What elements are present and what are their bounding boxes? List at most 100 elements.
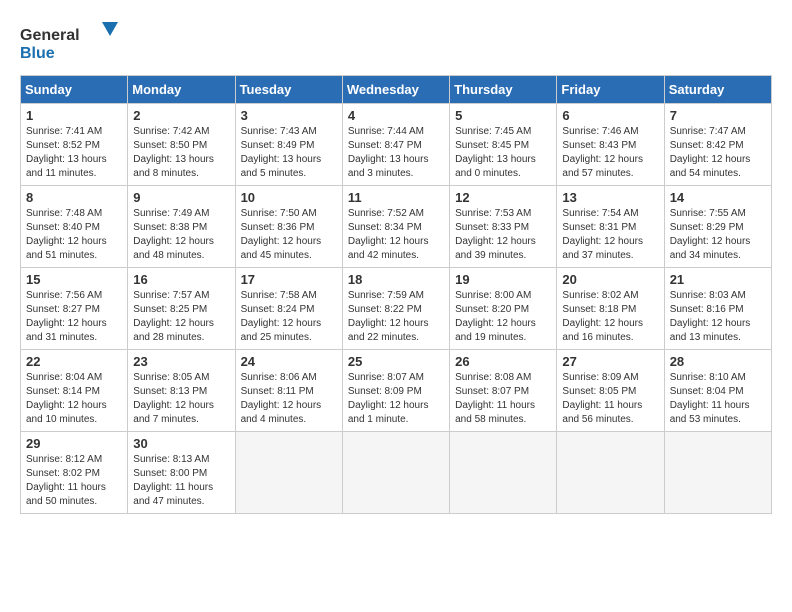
cell-info: Sunrise: 7:52 AMSunset: 8:34 PMDaylight:… — [348, 207, 444, 263]
col-header-wednesday: Wednesday — [342, 76, 449, 104]
cell-info: Sunrise: 8:13 AMSunset: 8:00 PMDaylight:… — [133, 453, 229, 509]
day-number: 7 — [670, 108, 766, 123]
calendar-cell — [557, 432, 664, 514]
calendar-cell: 30 Sunrise: 8:13 AMSunset: 8:00 PMDayligh… — [128, 432, 235, 514]
cell-info: Sunrise: 7:50 AMSunset: 8:36 PMDaylight:… — [241, 207, 337, 263]
day-number: 25 — [348, 354, 444, 369]
cell-info: Sunrise: 7:44 AMSunset: 8:47 PMDaylight:… — [348, 125, 444, 181]
calendar-cell: 17 Sunrise: 7:58 AMSunset: 8:24 PMDayligh… — [235, 268, 342, 350]
cell-info: Sunrise: 7:53 AMSunset: 8:33 PMDaylight:… — [455, 207, 551, 263]
svg-text:Blue: Blue — [20, 45, 55, 62]
calendar-cell — [450, 432, 557, 514]
day-number: 23 — [133, 354, 229, 369]
cell-info: Sunrise: 8:12 AMSunset: 8:02 PMDaylight:… — [26, 453, 122, 509]
week-row-3: 15Sunrise: 7:56 AMSunset: 8:27 PMDayligh… — [21, 268, 772, 350]
logo: General Blue — [20, 20, 120, 65]
cell-info: Sunrise: 7:46 AMSunset: 8:43 PMDaylight:… — [562, 125, 658, 181]
calendar-cell: 24 Sunrise: 8:06 AMSunset: 8:11 PMDayligh… — [235, 350, 342, 432]
cell-info: Sunrise: 8:04 AMSunset: 8:14 PMDaylight:… — [26, 371, 122, 427]
header-row: SundayMondayTuesdayWednesdayThursdayFrid… — [21, 76, 772, 104]
calendar-cell: 20 Sunrise: 8:02 AMSunset: 8:18 PMDayligh… — [557, 268, 664, 350]
day-number: 22 — [26, 354, 122, 369]
cell-info: Sunrise: 7:48 AMSunset: 8:40 PMDaylight:… — [26, 207, 122, 263]
cell-info: Sunrise: 7:54 AMSunset: 8:31 PMDaylight:… — [562, 207, 658, 263]
cell-info: Sunrise: 7:42 AMSunset: 8:50 PMDaylight:… — [133, 125, 229, 181]
week-row-4: 22 Sunrise: 8:04 AMSunset: 8:14 PMDayligh… — [21, 350, 772, 432]
calendar-cell: 22 Sunrise: 8:04 AMSunset: 8:14 PMDayligh… — [21, 350, 128, 432]
calendar-table: SundayMondayTuesdayWednesdayThursdayFrid… — [20, 75, 772, 514]
day-number: 14 — [670, 190, 766, 205]
day-number: 20 — [562, 272, 658, 287]
header: General Blue — [20, 20, 772, 65]
col-header-sunday: Sunday — [21, 76, 128, 104]
week-row-1: 1Sunrise: 7:41 AMSunset: 8:52 PMDaylight… — [21, 104, 772, 186]
cell-info: Sunrise: 7:49 AMSunset: 8:38 PMDaylight:… — [133, 207, 229, 263]
calendar-cell: 29 Sunrise: 8:12 AMSunset: 8:02 PMDayligh… — [21, 432, 128, 514]
col-header-friday: Friday — [557, 76, 664, 104]
day-number: 30 — [133, 436, 229, 451]
calendar-cell: 23 Sunrise: 8:05 AMSunset: 8:13 PMDayligh… — [128, 350, 235, 432]
calendar-cell: 3 Sunrise: 7:43 AMSunset: 8:49 PMDaylight… — [235, 104, 342, 186]
day-number: 3 — [241, 108, 337, 123]
day-number: 2 — [133, 108, 229, 123]
calendar-cell: 28Sunrise: 8:10 AMSunset: 8:04 PMDayligh… — [664, 350, 771, 432]
day-number: 12 — [455, 190, 551, 205]
cell-info: Sunrise: 8:05 AMSunset: 8:13 PMDaylight:… — [133, 371, 229, 427]
calendar-cell: 8 Sunrise: 7:48 AMSunset: 8:40 PMDaylight… — [21, 186, 128, 268]
calendar-cell — [235, 432, 342, 514]
logo-svg: General Blue — [20, 20, 120, 65]
day-number: 29 — [26, 436, 122, 451]
calendar-cell: 27Sunrise: 8:09 AMSunset: 8:05 PMDayligh… — [557, 350, 664, 432]
calendar-cell: 26Sunrise: 8:08 AMSunset: 8:07 PMDayligh… — [450, 350, 557, 432]
cell-info: Sunrise: 7:43 AMSunset: 8:49 PMDaylight:… — [241, 125, 337, 181]
calendar-cell: 21 Sunrise: 8:03 AMSunset: 8:16 PMDayligh… — [664, 268, 771, 350]
calendar-cell: 18Sunrise: 7:59 AMSunset: 8:22 PMDayligh… — [342, 268, 449, 350]
calendar-cell: 19 Sunrise: 8:00 AMSunset: 8:20 PMDayligh… — [450, 268, 557, 350]
cell-info: Sunrise: 8:07 AMSunset: 8:09 PMDaylight:… — [348, 371, 444, 427]
cell-info: Sunrise: 8:03 AMSunset: 8:16 PMDaylight:… — [670, 289, 766, 345]
day-number: 8 — [26, 190, 122, 205]
cell-info: Sunrise: 7:58 AMSunset: 8:24 PMDaylight:… — [241, 289, 337, 345]
calendar-cell: 5 Sunrise: 7:45 AMSunset: 8:45 PMDaylight… — [450, 104, 557, 186]
day-number: 16 — [133, 272, 229, 287]
calendar-cell: 12 Sunrise: 7:53 AMSunset: 8:33 PMDayligh… — [450, 186, 557, 268]
col-header-tuesday: Tuesday — [235, 76, 342, 104]
cell-info: Sunrise: 7:41 AMSunset: 8:52 PMDaylight:… — [26, 125, 122, 181]
calendar-cell: 7 Sunrise: 7:47 AMSunset: 8:42 PMDaylight… — [664, 104, 771, 186]
calendar-cell: 10Sunrise: 7:50 AMSunset: 8:36 PMDayligh… — [235, 186, 342, 268]
day-number: 21 — [670, 272, 766, 287]
calendar-cell: 15Sunrise: 7:56 AMSunset: 8:27 PMDayligh… — [21, 268, 128, 350]
col-header-saturday: Saturday — [664, 76, 771, 104]
day-number: 11 — [348, 190, 444, 205]
day-number: 6 — [562, 108, 658, 123]
calendar-cell: 9 Sunrise: 7:49 AMSunset: 8:38 PMDaylight… — [128, 186, 235, 268]
cell-info: Sunrise: 7:59 AMSunset: 8:22 PMDaylight:… — [348, 289, 444, 345]
day-number: 5 — [455, 108, 551, 123]
calendar-cell: 14 Sunrise: 7:55 AMSunset: 8:29 PMDayligh… — [664, 186, 771, 268]
week-row-2: 8 Sunrise: 7:48 AMSunset: 8:40 PMDaylight… — [21, 186, 772, 268]
col-header-monday: Monday — [128, 76, 235, 104]
cell-info: Sunrise: 8:00 AMSunset: 8:20 PMDaylight:… — [455, 289, 551, 345]
calendar-cell: 16Sunrise: 7:57 AMSunset: 8:25 PMDayligh… — [128, 268, 235, 350]
day-number: 9 — [133, 190, 229, 205]
day-number: 27 — [562, 354, 658, 369]
day-number: 19 — [455, 272, 551, 287]
day-number: 4 — [348, 108, 444, 123]
calendar-cell: 13Sunrise: 7:54 AMSunset: 8:31 PMDayligh… — [557, 186, 664, 268]
cell-info: Sunrise: 7:55 AMSunset: 8:29 PMDaylight:… — [670, 207, 766, 263]
calendar-cell: 4 Sunrise: 7:44 AMSunset: 8:47 PMDaylight… — [342, 104, 449, 186]
day-number: 28 — [670, 354, 766, 369]
calendar-cell: 25 Sunrise: 8:07 AMSunset: 8:09 PMDayligh… — [342, 350, 449, 432]
svg-text:General: General — [20, 27, 80, 44]
page-container: General Blue SundayMondayTuesdayWednesda… — [20, 20, 772, 514]
col-header-thursday: Thursday — [450, 76, 557, 104]
calendar-cell — [664, 432, 771, 514]
cell-info: Sunrise: 7:47 AMSunset: 8:42 PMDaylight:… — [670, 125, 766, 181]
cell-info: Sunrise: 7:45 AMSunset: 8:45 PMDaylight:… — [455, 125, 551, 181]
day-number: 24 — [241, 354, 337, 369]
cell-info: Sunrise: 8:06 AMSunset: 8:11 PMDaylight:… — [241, 371, 337, 427]
cell-info: Sunrise: 8:02 AMSunset: 8:18 PMDaylight:… — [562, 289, 658, 345]
calendar-cell: 2 Sunrise: 7:42 AMSunset: 8:50 PMDaylight… — [128, 104, 235, 186]
week-row-5: 29 Sunrise: 8:12 AMSunset: 8:02 PMDayligh… — [21, 432, 772, 514]
day-number: 17 — [241, 272, 337, 287]
